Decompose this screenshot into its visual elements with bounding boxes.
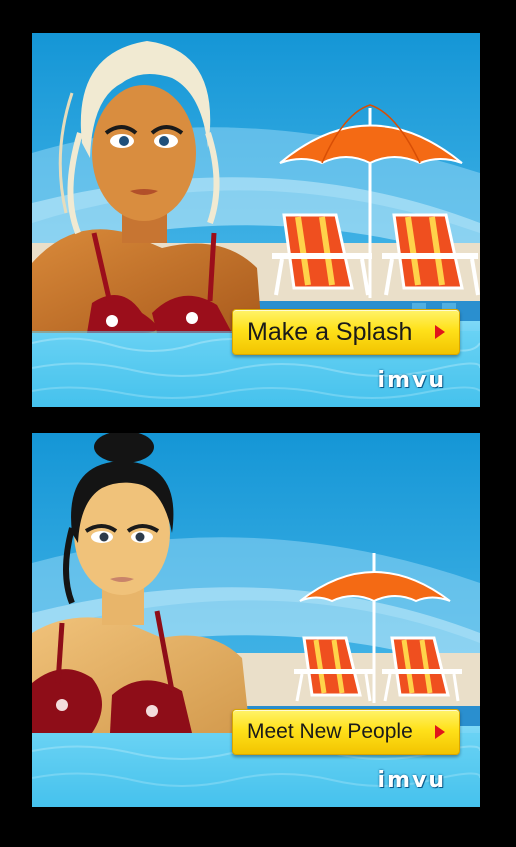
meet-new-people-button[interactable]: Meet New People (232, 709, 460, 755)
imvu-logo: imvu (377, 368, 446, 393)
play-arrow-icon (435, 725, 445, 739)
play-arrow-icon (435, 325, 445, 339)
cta-label: Make a Splash (247, 317, 413, 346)
ad-banner-meet-new-people[interactable]: Meet New People imvu (32, 433, 480, 807)
make-a-splash-button[interactable]: Make a Splash (232, 309, 460, 355)
ad-banner-make-a-splash[interactable]: Make a Splash imvu (32, 33, 480, 407)
cta-label: Meet New People (247, 720, 413, 743)
imvu-logo: imvu (377, 768, 446, 793)
